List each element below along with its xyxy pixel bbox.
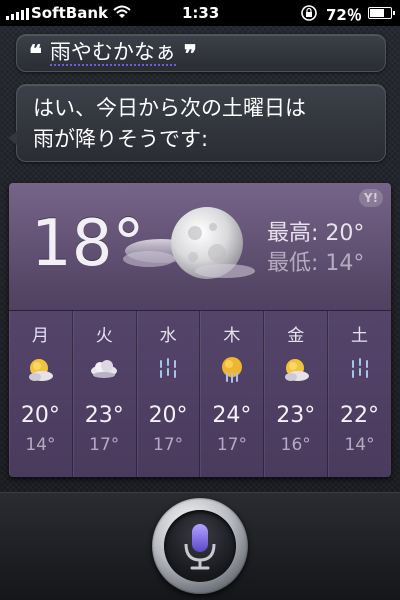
- status-bar: SoftBank 1:33 72％: [0, 0, 400, 26]
- rotation-lock-icon: [300, 4, 318, 26]
- high-low-temperatures: 最高: 20° 最低: 14°: [267, 219, 364, 279]
- user-query-text[interactable]: 雨やむかなぁ: [49, 40, 176, 66]
- forecast-low: 17°: [216, 435, 247, 455]
- low-temperature-row: 最低: 14°: [267, 249, 364, 279]
- forecast-low: 14°: [25, 435, 56, 455]
- forecast-day-name: 水: [159, 326, 177, 346]
- wifi-icon: [112, 4, 132, 24]
- moon-cloud-icon: [281, 355, 311, 385]
- cloud-icon: [89, 355, 119, 385]
- microphone-icon: [184, 524, 216, 570]
- forecast-high: 24°: [212, 403, 252, 428]
- microphone-button[interactable]: [152, 498, 248, 594]
- forecast-day: 土 22° 14°: [328, 311, 391, 477]
- carrier-name: SoftBank: [31, 4, 109, 22]
- forecast-day: 金 23° 16°: [264, 311, 329, 477]
- forecast-low: 14°: [344, 435, 375, 455]
- close-quote-mark: ❞: [183, 38, 197, 68]
- forecast-low: 16°: [280, 435, 311, 455]
- microphone-button-face: [164, 510, 236, 582]
- moon-cloud-icon: [121, 201, 261, 291]
- status-clock: 1:33: [182, 4, 220, 22]
- yahoo-logo-icon[interactable]: Y!: [359, 189, 383, 207]
- rain-icon: [153, 355, 183, 385]
- forecast-high: 23°: [84, 403, 124, 428]
- battery-icon: [368, 7, 395, 19]
- high-temperature-value: 20°: [318, 221, 365, 246]
- weather-widget[interactable]: Y! 18° 最高: 20° 最低: 14° 月 20° 14° 火 23° 1…: [9, 183, 391, 477]
- forecast-day-name: 月: [31, 326, 49, 346]
- battery-percentage: 72％: [326, 6, 362, 24]
- forecast-low: 17°: [89, 435, 120, 455]
- forecast-high: 22°: [340, 403, 380, 428]
- moon-cloud-icon: [25, 355, 55, 385]
- high-temperature-row: 最高: 20°: [267, 219, 364, 249]
- assistant-response-line: 雨が降りそうです:: [33, 127, 209, 151]
- forecast-day-name: 火: [95, 326, 113, 346]
- signal-strength-icon: [6, 8, 29, 20]
- low-temperature-label: 最低:: [267, 251, 319, 276]
- forecast-high: 23°: [276, 403, 316, 428]
- forecast-day-name: 木: [223, 326, 241, 346]
- forecast-day: 木 24° 17°: [200, 311, 265, 477]
- forecast-high: 20°: [20, 403, 60, 428]
- forecast-day: 水 20° 17°: [137, 311, 201, 477]
- battery-fill: [370, 9, 384, 17]
- user-query-bubble[interactable]: ❝ 雨やむかなぁ ❞: [16, 34, 386, 72]
- assistant-response-bubble: はい、今日から次の土曜日は 雨が降りそうです:: [8, 84, 386, 162]
- high-temperature-label: 最高:: [267, 221, 319, 246]
- forecast-row: 月 20° 14° 火 23° 17° 水 20° 17° 木 24° 17° …: [9, 311, 391, 477]
- forecast-high: 20°: [148, 403, 188, 428]
- assistant-response-line: はい、今日から次の土曜日は: [33, 96, 306, 120]
- rain-icon: [345, 355, 375, 385]
- forecast-day-name: 金: [287, 326, 305, 346]
- forecast-day: 火 23° 17°: [73, 311, 137, 477]
- current-weather-panel: Y! 18° 最高: 20° 最低: 14°: [9, 183, 391, 311]
- forecast-low: 17°: [153, 435, 184, 455]
- moon-rain-icon: [217, 355, 247, 385]
- forecast-day-name: 土: [351, 326, 369, 346]
- forecast-day: 月 20° 14°: [9, 311, 73, 477]
- low-temperature-value: 14°: [318, 251, 365, 276]
- open-quote-mark: ❝: [29, 38, 42, 68]
